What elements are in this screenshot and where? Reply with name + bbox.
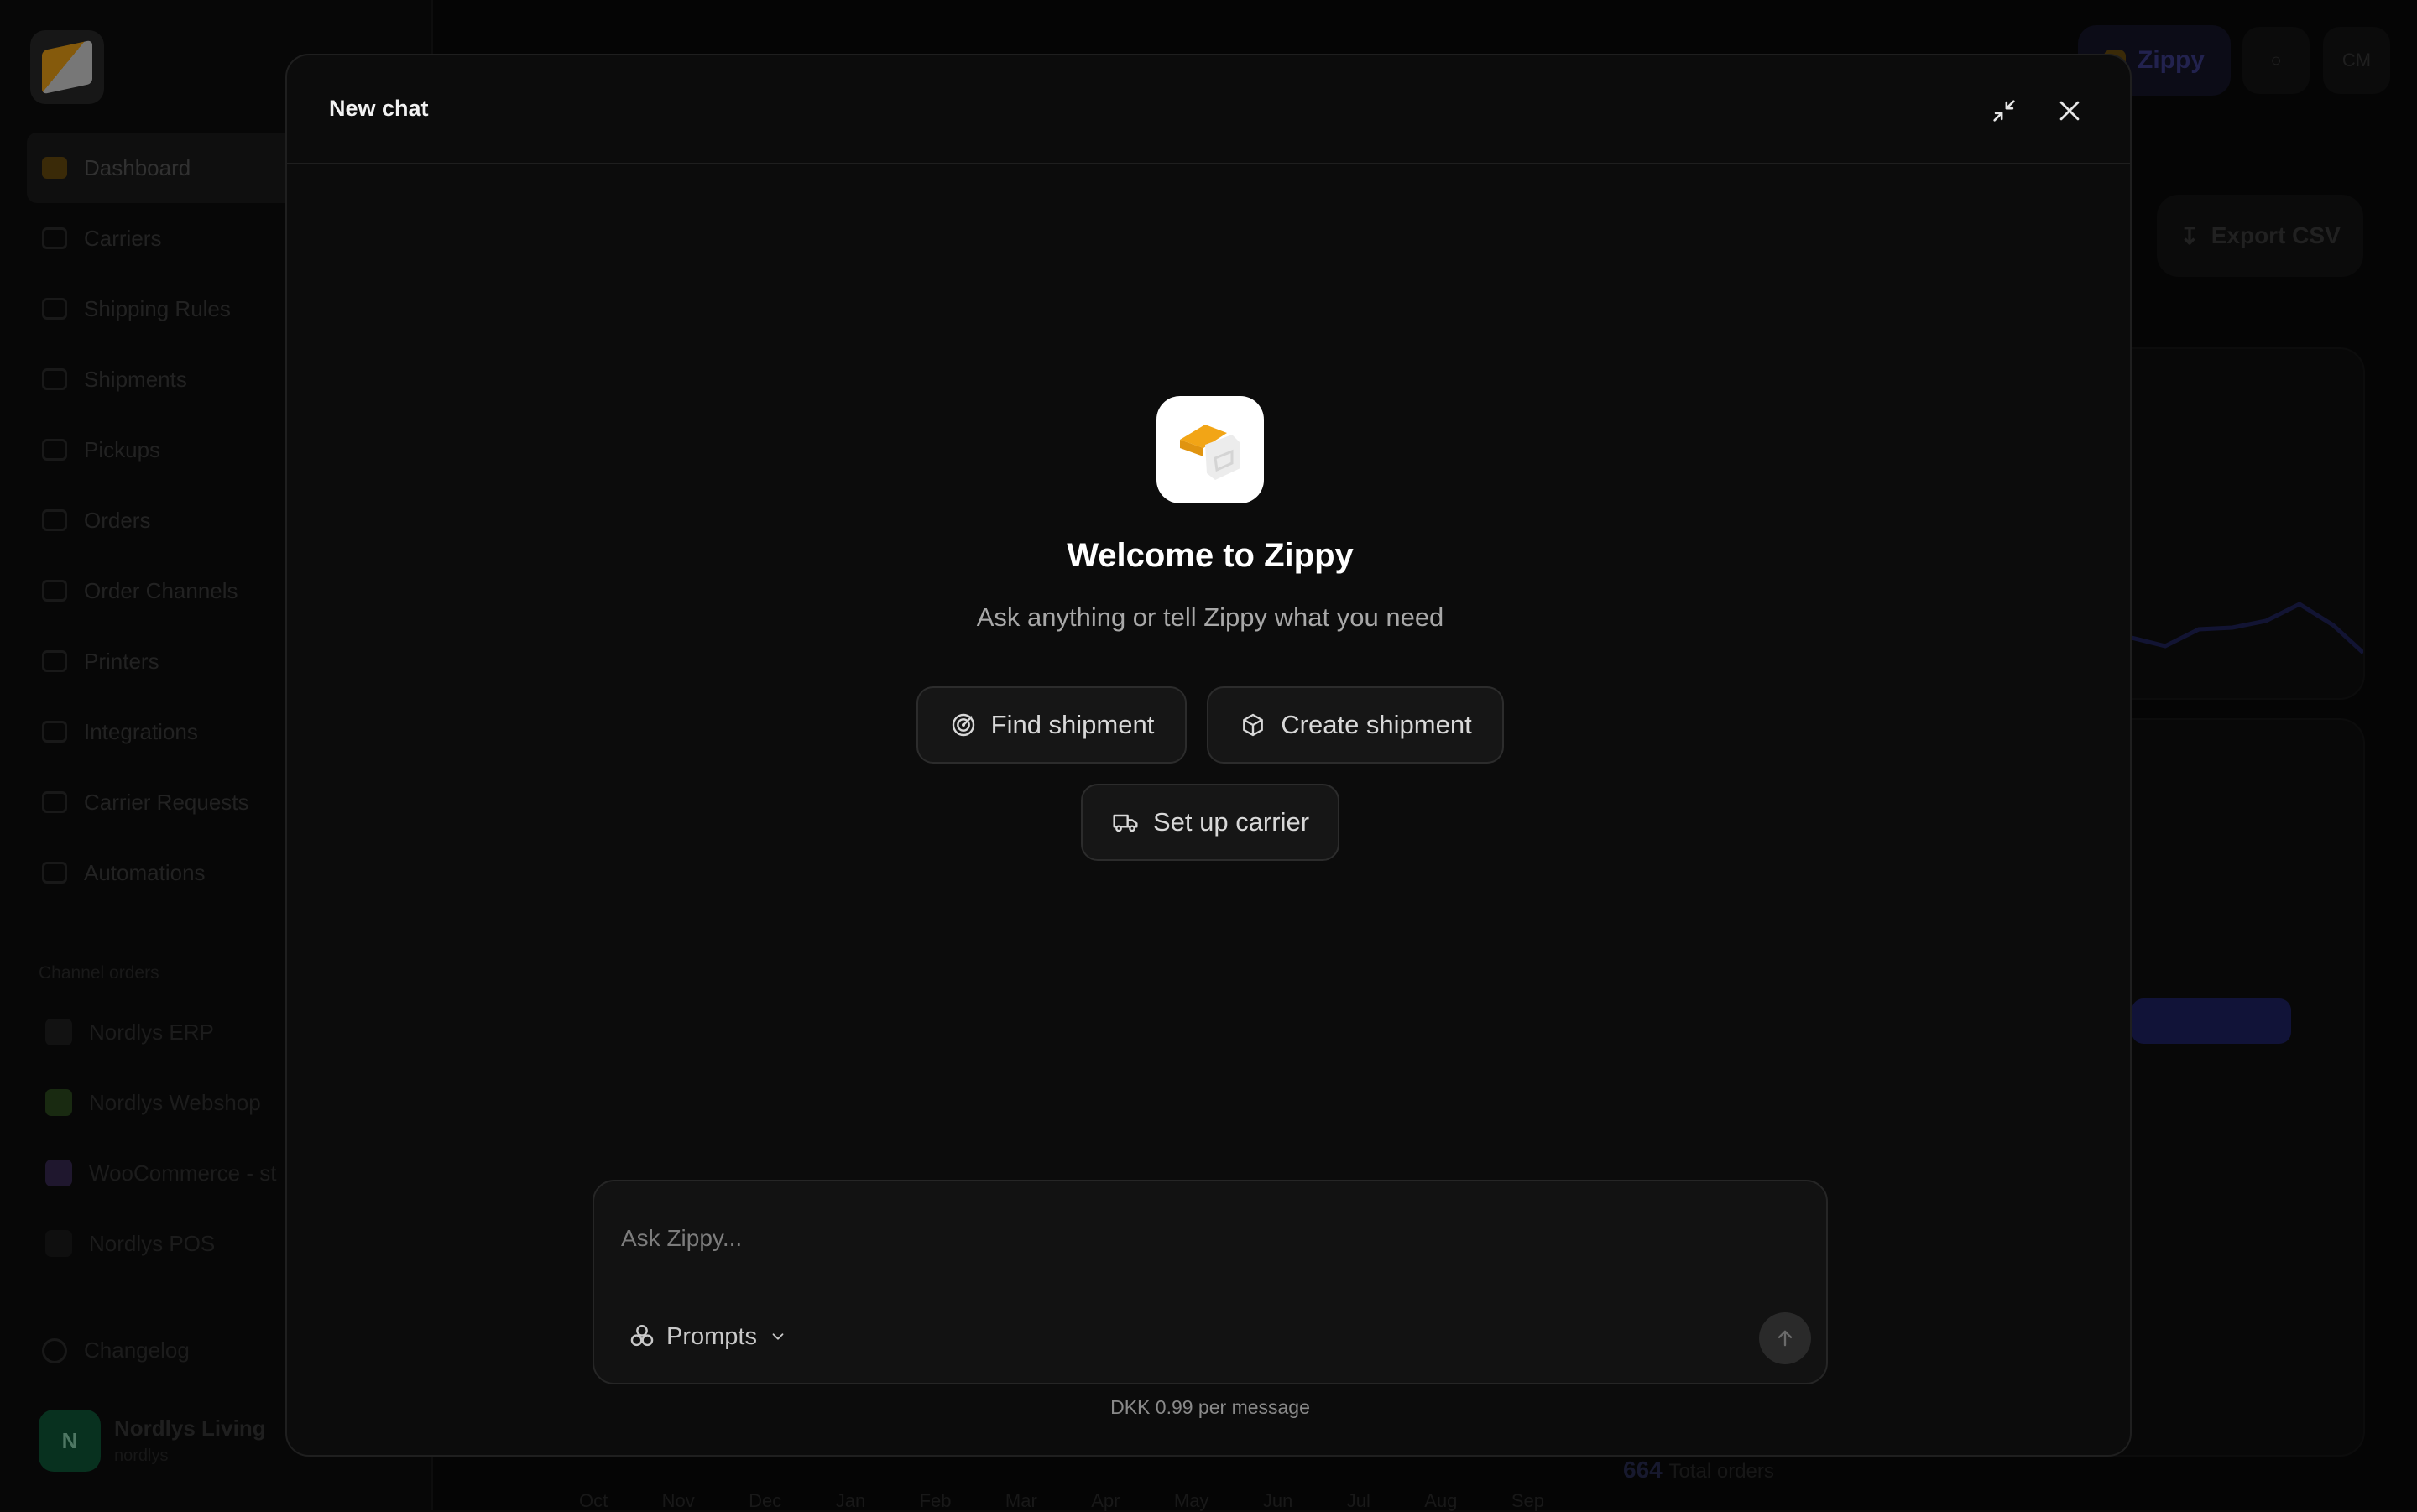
close-icon [2059, 101, 2080, 121]
send-button[interactable] [1759, 1312, 1811, 1364]
cube-logo-icon [1180, 425, 1240, 480]
modal-title: New chat [329, 96, 429, 121]
set-up-carrier-button[interactable]: Set up carrier [1081, 784, 1339, 861]
set-up-carrier-label: Set up carrier [1152, 807, 1310, 837]
modal-header: New chat [287, 55, 2130, 164]
arrow-up-icon [1778, 1330, 1793, 1347]
create-shipment-button[interactable]: Create shipment [1207, 686, 1504, 764]
prompts-dropdown[interactable]: Prompts [628, 1316, 787, 1358]
package-icon [1239, 711, 1267, 739]
prompts-icon [628, 1322, 656, 1351]
minimize-icon [1993, 100, 2015, 122]
find-shipment-label: Find shipment [990, 710, 1155, 739]
welcome-heading: Welcome to Zippy [1067, 537, 1354, 574]
radar-icon [949, 711, 978, 739]
prompts-label: Prompts [666, 1322, 757, 1350]
zippy-logo [1156, 396, 1264, 503]
chat-composer: Prompts [593, 1180, 1828, 1384]
chat-input[interactable] [621, 1205, 1796, 1272]
truck-icon [1111, 808, 1140, 837]
welcome-subtitle: Ask anything or tell Zippy what you need [976, 602, 1444, 632]
find-shipment-button[interactable]: Find shipment [916, 686, 1187, 764]
create-shipment-label: Create shipment [1281, 710, 1472, 739]
new-chat-modal: New chat Welcome to Zippy Ask anything o… [285, 54, 2132, 1457]
close-button[interactable] [2048, 89, 2091, 133]
chevron-down-icon [769, 1327, 787, 1346]
cost-note: DKK 0.99 per message [1110, 1396, 1310, 1418]
minimize-button[interactable] [1982, 89, 2026, 133]
